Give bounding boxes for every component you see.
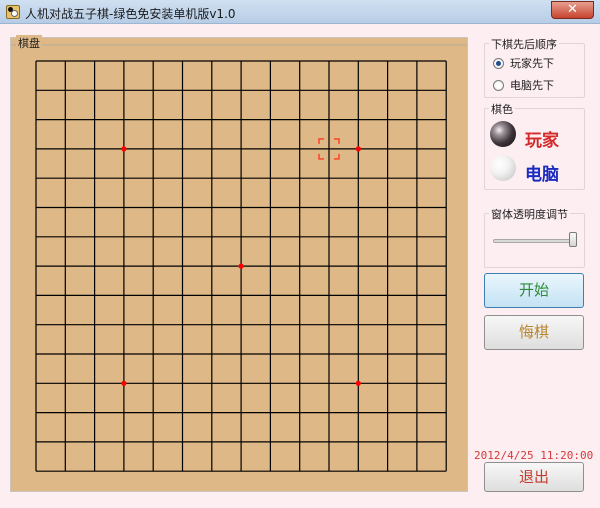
- order-group-label: 下棋先后顺序: [489, 36, 559, 52]
- gomoku-board[interactable]: [11, 38, 469, 493]
- cursor-corner: [334, 138, 340, 144]
- radio-computer-first-label: 电脑先下: [510, 79, 554, 92]
- radio-player-first[interactable]: 玩家先下: [493, 55, 554, 71]
- radio-computer-first-indicator[interactable]: [493, 79, 504, 91]
- radio-player-first-indicator[interactable]: [493, 57, 504, 69]
- title-bar: 人机对战五子棋-绿色免安装单机版v1.0 ✕: [0, 0, 600, 24]
- opacity-slider-track[interactable]: [493, 239, 573, 243]
- cursor-corner: [334, 153, 340, 160]
- star-point: [355, 146, 361, 152]
- exit-button[interactable]: 退出: [484, 462, 584, 492]
- close-button[interactable]: ✕: [551, 1, 594, 19]
- player-color-label: 玩家: [525, 131, 559, 151]
- order-group: 下棋先后顺序 玩家先下 电脑先下: [484, 36, 585, 98]
- opacity-group-label: 窗体透明度调节: [489, 206, 570, 222]
- radio-player-first-label: 玩家先下: [510, 57, 554, 70]
- window-title: 人机对战五子棋-绿色免安装单机版v1.0: [25, 7, 236, 21]
- cursor-corner: [318, 153, 324, 160]
- undo-button[interactable]: 悔棋: [484, 315, 584, 350]
- star-point: [355, 380, 361, 386]
- datetime-display: 2012/4/25 11:20:00: [474, 449, 594, 462]
- opacity-slider-thumb[interactable]: [569, 232, 577, 247]
- start-button[interactable]: 开始: [484, 273, 584, 308]
- stone-color-group-label: 棋色: [489, 101, 515, 117]
- cursor-corner: [318, 138, 324, 144]
- opacity-group: 窗体透明度调节: [484, 206, 585, 268]
- star-point: [238, 263, 244, 269]
- computer-color-label: 电脑: [525, 165, 559, 185]
- computer-stone-icon: [490, 155, 516, 181]
- star-point: [121, 380, 127, 386]
- stone-color-group: 棋色 玩家 电脑: [484, 101, 585, 190]
- radio-computer-first[interactable]: 电脑先下: [493, 77, 554, 93]
- player-stone-icon: [490, 121, 516, 147]
- app-icon: [6, 5, 20, 19]
- star-point: [121, 146, 127, 152]
- board-panel: 棋盘: [10, 35, 469, 493]
